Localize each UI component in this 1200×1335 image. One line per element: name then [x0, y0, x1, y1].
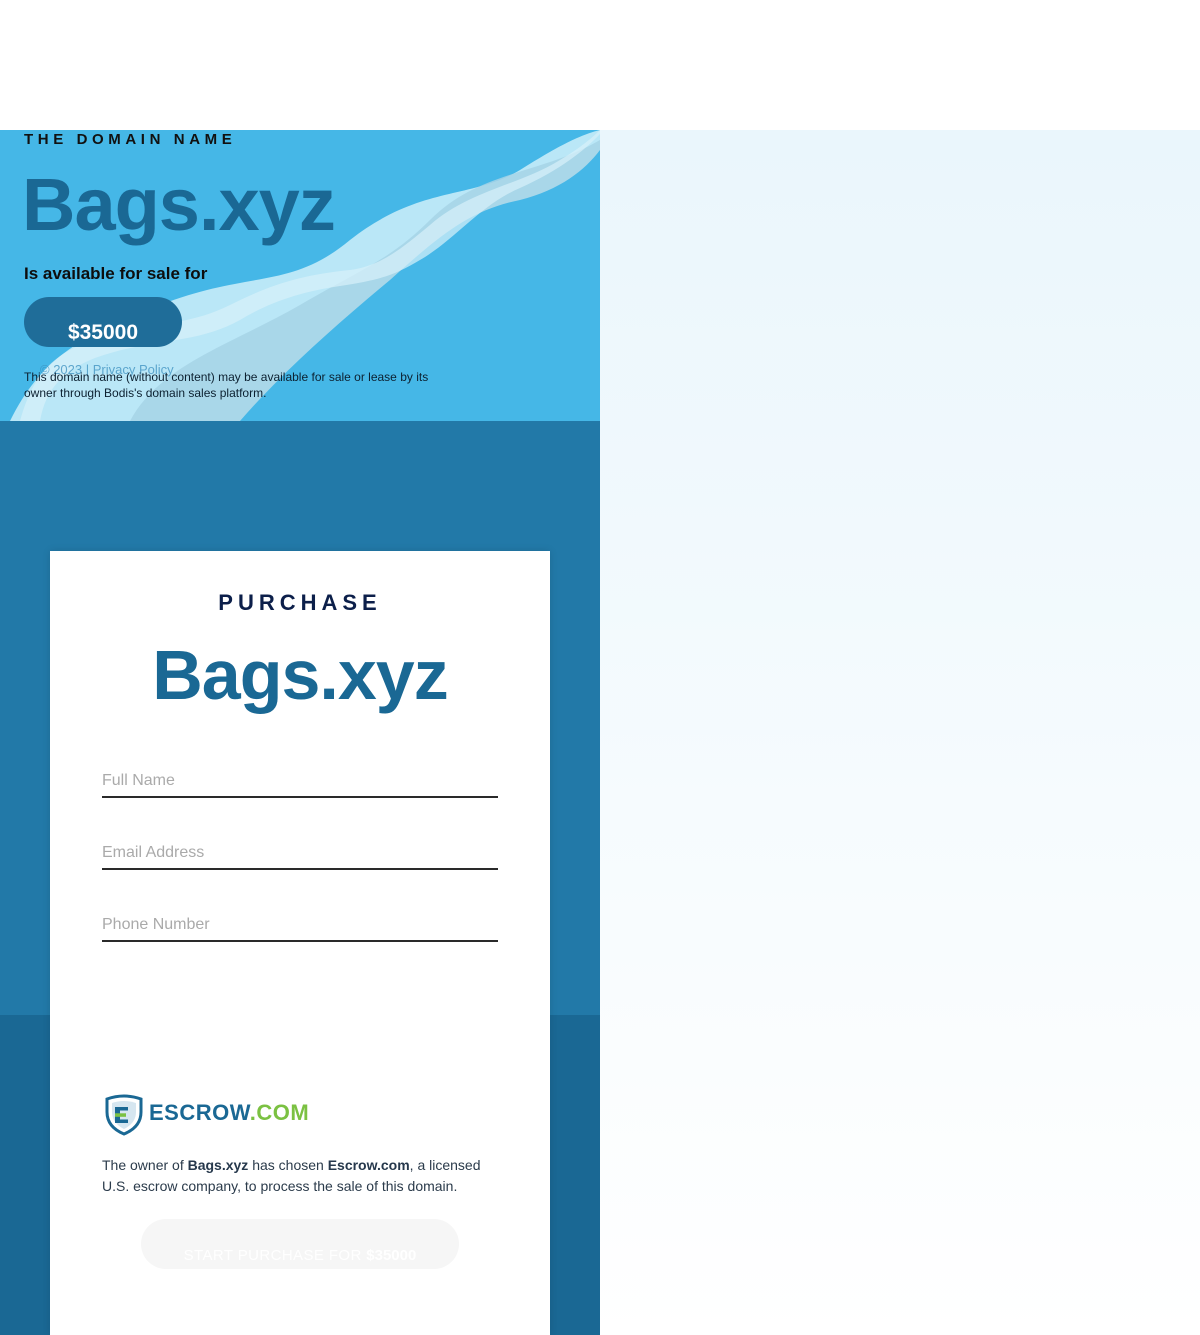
right-background-panel — [600, 130, 1200, 1335]
disclaimer-text: This domain name (without content) may b… — [24, 370, 429, 400]
purchase-eyebrow: PURCHASE — [218, 590, 382, 615]
start-purchase-button[interactable]: START PURCHASE FOR $35000 — [141, 1219, 459, 1269]
escrow-text-part-2: has chosen — [248, 1157, 328, 1173]
hero-domain-title: Bags.xyz — [22, 163, 336, 246]
full-name-input[interactable] — [102, 768, 498, 794]
hero-subtitle: Is available for sale for — [24, 264, 208, 283]
escrow-text-part-1: The owner of — [102, 1157, 188, 1173]
price-badge: $35000 — [24, 297, 182, 347]
escrow-company: Escrow.com — [327, 1157, 410, 1173]
escrow-logo-text: ESCROW.COM — [149, 1099, 309, 1127]
purchase-domain-title: Bags.xyz — [152, 636, 448, 714]
email-field — [102, 840, 498, 870]
hero-eyebrow: THE DOMAIN NAME — [24, 131, 237, 148]
escrow-logo-word: ESCROW — [149, 1100, 250, 1125]
escrow-logo-suffix: .COM — [249, 1100, 310, 1125]
price-value: $35000 — [67, 321, 139, 344]
escrow-shield-icon — [105, 1094, 143, 1136]
phone-field — [102, 912, 498, 942]
full-name-field — [102, 768, 498, 798]
escrow-description: The owner of Bags.xyz has chosen Escrow.… — [102, 1155, 502, 1197]
escrow-domain: Bags.xyz — [187, 1157, 249, 1173]
start-purchase-label: START PURCHASE FOR — [183, 1247, 367, 1264]
phone-input[interactable] — [102, 912, 498, 938]
email-input[interactable] — [102, 840, 498, 866]
start-purchase-amount: $35000 — [366, 1247, 417, 1264]
